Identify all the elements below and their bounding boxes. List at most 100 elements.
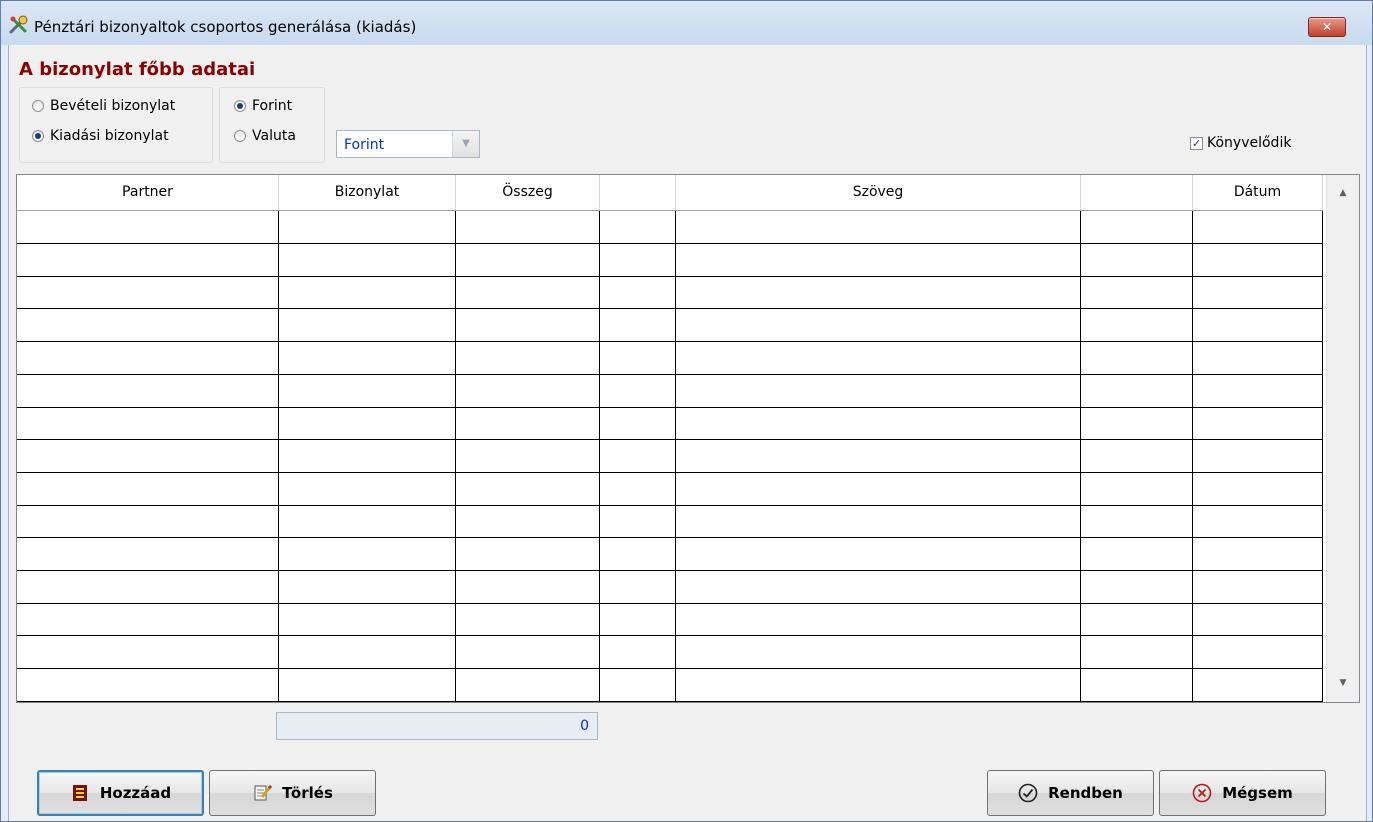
table-cell[interactable] xyxy=(1081,473,1193,506)
table-cell[interactable] xyxy=(1081,669,1193,702)
table-cell[interactable] xyxy=(456,440,600,473)
table-row[interactable] xyxy=(17,375,1323,408)
chevron-down-icon[interactable]: ▼ xyxy=(452,131,479,157)
table-cell[interactable] xyxy=(676,440,1081,473)
table-cell[interactable] xyxy=(1193,244,1323,277)
table-row[interactable] xyxy=(17,309,1323,342)
cancel-button[interactable]: Mégsem xyxy=(1159,770,1326,816)
column-header-partner[interactable]: Partner xyxy=(17,175,279,210)
table-row[interactable] xyxy=(17,473,1323,506)
table-cell[interactable] xyxy=(1081,309,1193,342)
table-cell[interactable] xyxy=(456,211,600,244)
table-cell[interactable] xyxy=(1081,407,1193,440)
table-row[interactable] xyxy=(17,603,1323,636)
posting-checkbox[interactable]: ✓ Könyvelődik xyxy=(1190,135,1291,151)
table-cell[interactable] xyxy=(1081,276,1193,309)
table-cell[interactable] xyxy=(600,309,676,342)
table-cell[interactable] xyxy=(676,244,1081,277)
table-cell[interactable] xyxy=(1081,375,1193,408)
table-cell[interactable] xyxy=(456,276,600,309)
table-cell[interactable] xyxy=(600,473,676,506)
table-cell[interactable] xyxy=(17,440,279,473)
close-button[interactable]: ✕ xyxy=(1308,17,1346,37)
table-cell[interactable] xyxy=(1081,571,1193,604)
column-header-bizonylat[interactable]: Bizonylat xyxy=(279,175,456,210)
table-cell[interactable] xyxy=(676,375,1081,408)
table-cell[interactable] xyxy=(456,342,600,375)
currency-select[interactable]: Forint ▼ xyxy=(336,130,480,158)
table-cell[interactable] xyxy=(17,276,279,309)
table-cell[interactable] xyxy=(1193,669,1323,702)
data-grid[interactable]: Partner Bizonylat Összeg Szöveg Dátum ▲ … xyxy=(16,174,1360,703)
table-row[interactable] xyxy=(17,276,1323,309)
table-cell[interactable] xyxy=(1193,276,1323,309)
table-row[interactable] xyxy=(17,538,1323,571)
table-cell[interactable] xyxy=(456,505,600,538)
table-cell[interactable] xyxy=(676,669,1081,702)
table-cell[interactable] xyxy=(279,636,456,669)
table-cell[interactable] xyxy=(279,309,456,342)
radio-valuta[interactable]: Valuta xyxy=(234,128,296,144)
table-cell[interactable] xyxy=(1081,342,1193,375)
table-row[interactable] xyxy=(17,636,1323,669)
table-cell[interactable] xyxy=(1193,505,1323,538)
table-cell[interactable] xyxy=(279,211,456,244)
delete-button[interactable]: Törlés xyxy=(209,770,376,816)
table-cell[interactable] xyxy=(279,473,456,506)
table-row[interactable] xyxy=(17,342,1323,375)
table-cell[interactable] xyxy=(1193,407,1323,440)
table-cell[interactable] xyxy=(1193,538,1323,571)
table-cell[interactable] xyxy=(1193,211,1323,244)
table-cell[interactable] xyxy=(1081,538,1193,571)
scroll-up-icon[interactable]: ▲ xyxy=(1327,179,1359,207)
table-cell[interactable] xyxy=(676,603,1081,636)
table-cell[interactable] xyxy=(1081,603,1193,636)
column-header-dátum[interactable]: Dátum xyxy=(1193,175,1323,210)
table-cell[interactable] xyxy=(456,571,600,604)
column-header-összeg[interactable]: Összeg xyxy=(456,175,600,210)
table-cell[interactable] xyxy=(1193,375,1323,408)
table-cell[interactable] xyxy=(17,244,279,277)
table-cell[interactable] xyxy=(279,244,456,277)
table-cell[interactable] xyxy=(1193,473,1323,506)
table-cell[interactable] xyxy=(456,636,600,669)
table-cell[interactable] xyxy=(600,603,676,636)
table-cell[interactable] xyxy=(17,669,279,702)
table-cell[interactable] xyxy=(279,669,456,702)
table-cell[interactable] xyxy=(279,571,456,604)
radio-forint[interactable]: Forint xyxy=(234,98,292,114)
table-cell[interactable] xyxy=(676,342,1081,375)
table-cell[interactable] xyxy=(676,276,1081,309)
table-cell[interactable] xyxy=(600,538,676,571)
ok-button[interactable]: Rendben xyxy=(987,770,1154,816)
table-cell[interactable] xyxy=(1081,440,1193,473)
table-cell[interactable] xyxy=(17,636,279,669)
table-cell[interactable] xyxy=(1081,636,1193,669)
radio-bevételi[interactable]: Bevételi bizonylat xyxy=(32,98,175,114)
table-row[interactable] xyxy=(17,505,1323,538)
scroll-down-icon[interactable]: ▼ xyxy=(1327,669,1359,697)
table-cell[interactable] xyxy=(17,571,279,604)
table-row[interactable] xyxy=(17,211,1323,244)
table-cell[interactable] xyxy=(1081,505,1193,538)
table-cell[interactable] xyxy=(1081,211,1193,244)
table-cell[interactable] xyxy=(279,407,456,440)
table-cell[interactable] xyxy=(456,244,600,277)
table-cell[interactable] xyxy=(456,407,600,440)
table-cell[interactable] xyxy=(676,571,1081,604)
table-cell[interactable] xyxy=(600,505,676,538)
table-row[interactable] xyxy=(17,440,1323,473)
column-header-blank-1[interactable] xyxy=(600,175,676,210)
table-cell[interactable] xyxy=(600,571,676,604)
table-cell[interactable] xyxy=(17,505,279,538)
table-cell[interactable] xyxy=(1193,309,1323,342)
table-cell[interactable] xyxy=(279,342,456,375)
table-cell[interactable] xyxy=(17,538,279,571)
vertical-scrollbar[interactable]: ▲ ▼ xyxy=(1326,175,1359,702)
table-cell[interactable] xyxy=(456,669,600,702)
table-cell[interactable] xyxy=(17,375,279,408)
table-row[interactable] xyxy=(17,407,1323,440)
table-row[interactable] xyxy=(17,244,1323,277)
table-cell[interactable] xyxy=(279,603,456,636)
table-cell[interactable] xyxy=(676,211,1081,244)
